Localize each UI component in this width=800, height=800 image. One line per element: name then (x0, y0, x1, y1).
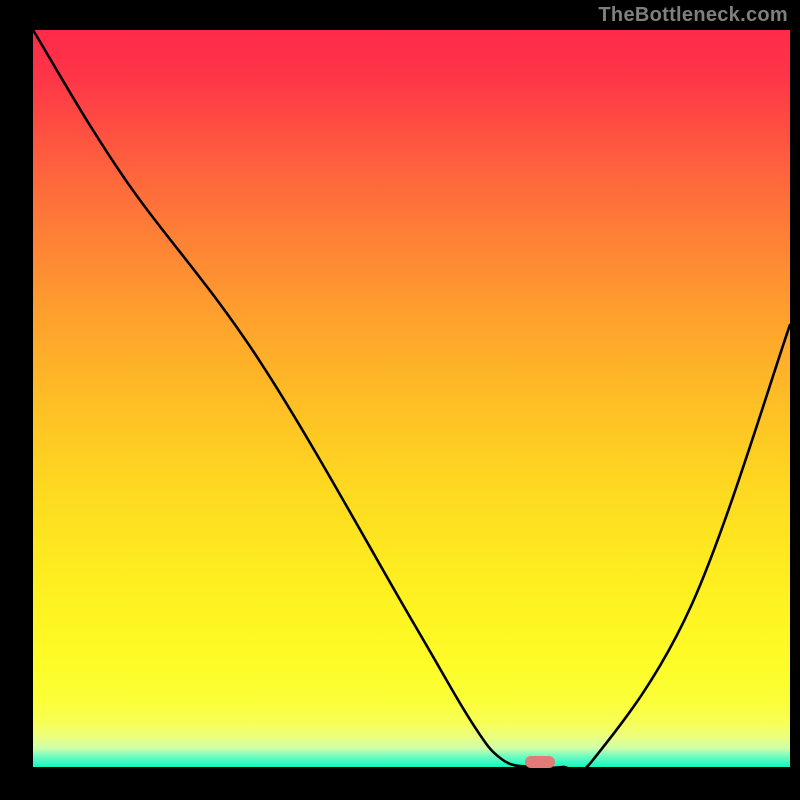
chart-frame: TheBottleneck.com (0, 0, 800, 800)
plot-area (33, 30, 790, 767)
optimal-point-marker (525, 756, 555, 768)
bottleneck-curve (33, 30, 790, 767)
watermark-text: TheBottleneck.com (598, 4, 788, 27)
